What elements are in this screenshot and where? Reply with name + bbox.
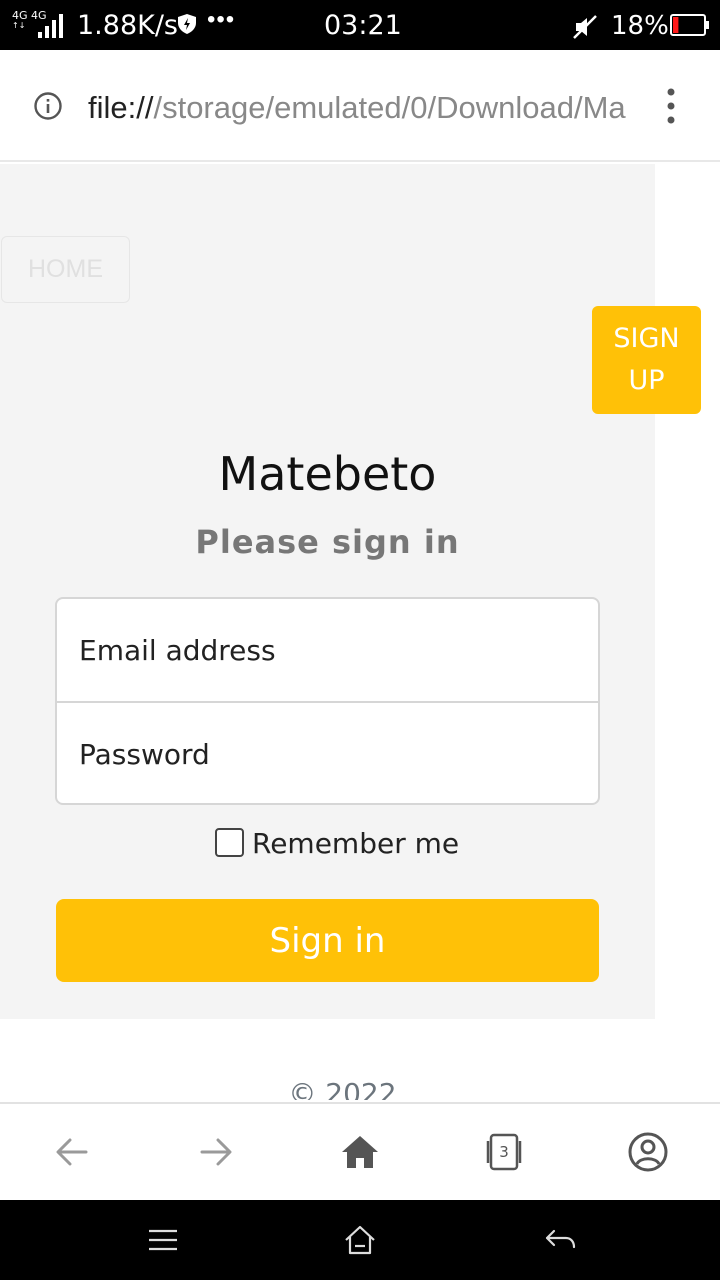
brand-title: Matebeto xyxy=(218,447,437,501)
address-bar: file:///storage/emulated/0/Download/Ma xyxy=(0,50,720,162)
signup-label-line1: SIGN xyxy=(613,323,680,354)
web-page: HOME SIGN UP Matebeto Please sign in Rem… xyxy=(0,164,720,1100)
remember-checkbox[interactable] xyxy=(215,828,244,857)
home-nav-icon[interactable] xyxy=(342,1222,378,1258)
login-form xyxy=(55,597,600,805)
back-nav-icon[interactable] xyxy=(542,1222,578,1258)
status-bar: 4G 4G ↑↓ 1.88K/s ••• 03:21 18% xyxy=(0,0,720,50)
signup-button[interactable]: SIGN UP xyxy=(592,306,701,414)
page-subtitle: Please sign in xyxy=(195,523,460,561)
copyright: © 2022 xyxy=(288,1077,397,1100)
clock: 03:21 xyxy=(324,10,402,41)
back-arrow-icon[interactable] xyxy=(52,1132,92,1172)
tab-count: 3 xyxy=(499,1143,509,1161)
info-icon[interactable] xyxy=(33,91,63,121)
browser-toolbar: 3 xyxy=(0,1102,720,1200)
battery-percent: 18% xyxy=(611,11,669,41)
network-speed: 1.88K/s xyxy=(77,10,178,41)
home-icon[interactable] xyxy=(340,1132,380,1172)
password-field[interactable] xyxy=(57,703,598,805)
signup-label-line2: UP xyxy=(628,365,665,396)
url-path: /storage/emulated/0/Download/Ma xyxy=(153,90,626,125)
more-notifications-icon: ••• xyxy=(207,6,236,33)
email-field[interactable] xyxy=(57,599,598,701)
signin-panel: HOME SIGN UP Matebeto Please sign in Rem… xyxy=(0,164,701,1019)
shield-icon xyxy=(178,14,196,34)
navigation-bar xyxy=(0,1200,720,1280)
account-icon[interactable] xyxy=(628,1132,668,1172)
battery-icon xyxy=(670,14,709,36)
overflow-menu-icon[interactable] xyxy=(660,86,682,126)
vibrate-off-icon xyxy=(573,15,597,39)
url-field[interactable]: file:///storage/emulated/0/Download/Ma xyxy=(88,86,632,130)
forward-arrow-icon[interactable] xyxy=(196,1132,236,1172)
menu-icon[interactable] xyxy=(145,1222,181,1258)
remember-label: Remember me xyxy=(252,827,460,860)
signin-button[interactable]: Sign in xyxy=(56,899,599,982)
url-scheme: file:// xyxy=(88,90,154,125)
signal-icon xyxy=(38,14,63,38)
home-button[interactable]: HOME xyxy=(1,236,130,303)
